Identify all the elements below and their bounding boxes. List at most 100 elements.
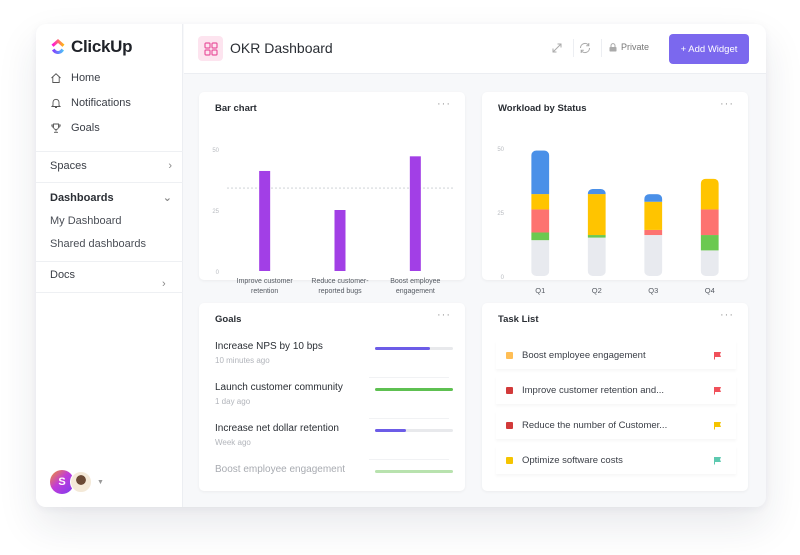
sidebar-section-dashboards[interactable]: Dashboards ⌄ (50, 191, 172, 205)
bar-segment-red (700, 209, 719, 236)
priority-flag-icon[interactable] (713, 386, 722, 395)
goal-item[interactable]: Launch customer community 1 day ago (215, 382, 455, 406)
bar-segment-blue (644, 194, 663, 202)
bell-icon (50, 98, 62, 108)
avatar-photo (70, 471, 92, 493)
bar-segment-green (531, 232, 550, 241)
sidebar-item-shared-dashboards[interactable]: Shared dashboards (50, 238, 146, 250)
privacy-toggle[interactable]: Private (609, 42, 649, 52)
stacked-bar[interactable] (587, 188, 606, 276)
clickup-logo-icon (51, 39, 65, 54)
section-label: Spaces (50, 160, 87, 172)
refresh-icon[interactable] (578, 41, 592, 55)
bar[interactable] (259, 170, 271, 271)
dashboard-icon (198, 36, 223, 61)
bar-segment-gray (644, 235, 663, 276)
priority-flag-icon[interactable] (713, 456, 722, 465)
bar[interactable] (334, 210, 346, 271)
sidebar-item-notifications[interactable]: Notifications (50, 97, 131, 109)
sidebar-item-label: Goals (71, 122, 100, 134)
chevron-right-icon: › (162, 278, 166, 290)
goal-progress-fill (375, 470, 453, 473)
priority-flag-icon[interactable] (713, 351, 722, 360)
bar-segment-blue (587, 188, 606, 195)
task-item[interactable]: Optimize software costs (496, 446, 736, 474)
y-tick-label: 50 (212, 148, 219, 154)
sidebar-section-spaces[interactable]: Spaces › (50, 160, 172, 172)
task-item[interactable]: Boost employee engagement (496, 341, 736, 369)
more-options-icon[interactable]: ··· (720, 309, 734, 321)
bar-segment-red (531, 209, 550, 233)
logo[interactable]: ClickUp (50, 37, 133, 57)
divider (36, 292, 183, 293)
bar[interactable] (409, 156, 421, 271)
divider (36, 151, 183, 152)
divider (36, 261, 183, 262)
priority-flag-icon[interactable] (713, 421, 722, 430)
bar-segment-yellow (587, 194, 606, 236)
task-item[interactable]: Reduce the number of Customer... (496, 411, 736, 439)
bar-segment-yellow (531, 194, 550, 210)
divider (36, 182, 183, 183)
sidebar: ClickUp Home Notifications Goals Spaces … (36, 24, 183, 507)
bar-segment-gray (700, 250, 719, 276)
stacked-bar[interactable] (531, 150, 550, 276)
goal-progress-bar (375, 429, 453, 432)
status-indicator (506, 351, 513, 359)
task-item[interactable]: Improve customer retention and... (496, 376, 736, 404)
goal-progress-bar (375, 388, 453, 391)
x-tick-label: Q4 (705, 286, 715, 295)
lock-icon (609, 42, 617, 51)
y-tick-label: 25 (497, 211, 504, 217)
bar-chart: 0 25 50 Improve customer retention Reduce cus… (212, 148, 453, 295)
goal-progress-fill (375, 388, 453, 391)
stacked-bar-chart: 0 25 50 Q1 Q2 Q3 Q4 (497, 147, 719, 295)
task-name: Optimize software costs (522, 454, 623, 466)
sidebar-item-home[interactable]: Home (50, 72, 100, 84)
divider (369, 418, 449, 419)
goal-item[interactable]: Increase NPS by 10 bps 10 minutes ago (215, 341, 455, 365)
goal-progress-fill (375, 347, 430, 350)
bar-segment-green (700, 235, 719, 251)
task-list-widget: Task List ··· Boost employee engagement I… (482, 303, 748, 491)
workload-by-status-widget: Workload by Status ··· 0 25 50 Q1 Q2 Q3 Q4 (482, 92, 748, 295)
bar-segment-gray (531, 240, 550, 276)
user-menu[interactable]: S ▼ (50, 470, 104, 494)
goal-progress-bar (375, 347, 453, 350)
status-indicator (506, 421, 513, 429)
stacked-bar[interactable] (644, 194, 663, 276)
divider (573, 39, 574, 57)
task-name: Reduce the number of Customer... (522, 419, 668, 431)
task-name: Boost employee engagement (522, 349, 646, 361)
add-widget-button[interactable]: + Add Widget (669, 34, 749, 64)
stacked-bar[interactable] (700, 178, 719, 276)
widget-title: Goals (215, 314, 242, 325)
goal-timestamp: 1 day ago (215, 397, 251, 406)
goal-item[interactable]: Boost employee engagement (215, 464, 455, 479)
divider (601, 39, 602, 57)
status-indicator (506, 456, 513, 464)
expand-icon[interactable] (550, 41, 564, 55)
task-name: Improve customer retention and... (522, 384, 665, 396)
home-icon (51, 73, 61, 83)
chevron-right-icon: › (168, 160, 172, 172)
y-tick-label: 25 (212, 209, 219, 215)
app-window: ClickUp Home Notifications Goals Spaces … (36, 24, 766, 507)
page-title: OKR Dashboard (230, 40, 333, 56)
sidebar-section-docs[interactable]: Docs (50, 269, 172, 281)
bar-segment-yellow (700, 178, 719, 210)
divider (369, 459, 449, 460)
sidebar-item-label: Home (71, 72, 101, 84)
caret-down-icon: ▼ (97, 478, 104, 486)
chevron-down-icon: ⌄ (162, 192, 172, 204)
bar-segment-green (587, 235, 606, 238)
sidebar-item-goals[interactable]: Goals (50, 122, 100, 134)
more-options-icon[interactable]: ··· (437, 309, 451, 321)
x-tick-label: reported bugs (318, 288, 362, 295)
x-tick-label: retention (251, 288, 278, 295)
bar-segment-blue (531, 150, 550, 195)
x-tick-label: Q1 (535, 286, 545, 295)
goal-progress-bar (375, 470, 453, 473)
goal-item[interactable]: Increase net dollar retention Week ago (215, 423, 455, 447)
sidebar-item-my-dashboard[interactable]: My Dashboard (50, 215, 122, 227)
